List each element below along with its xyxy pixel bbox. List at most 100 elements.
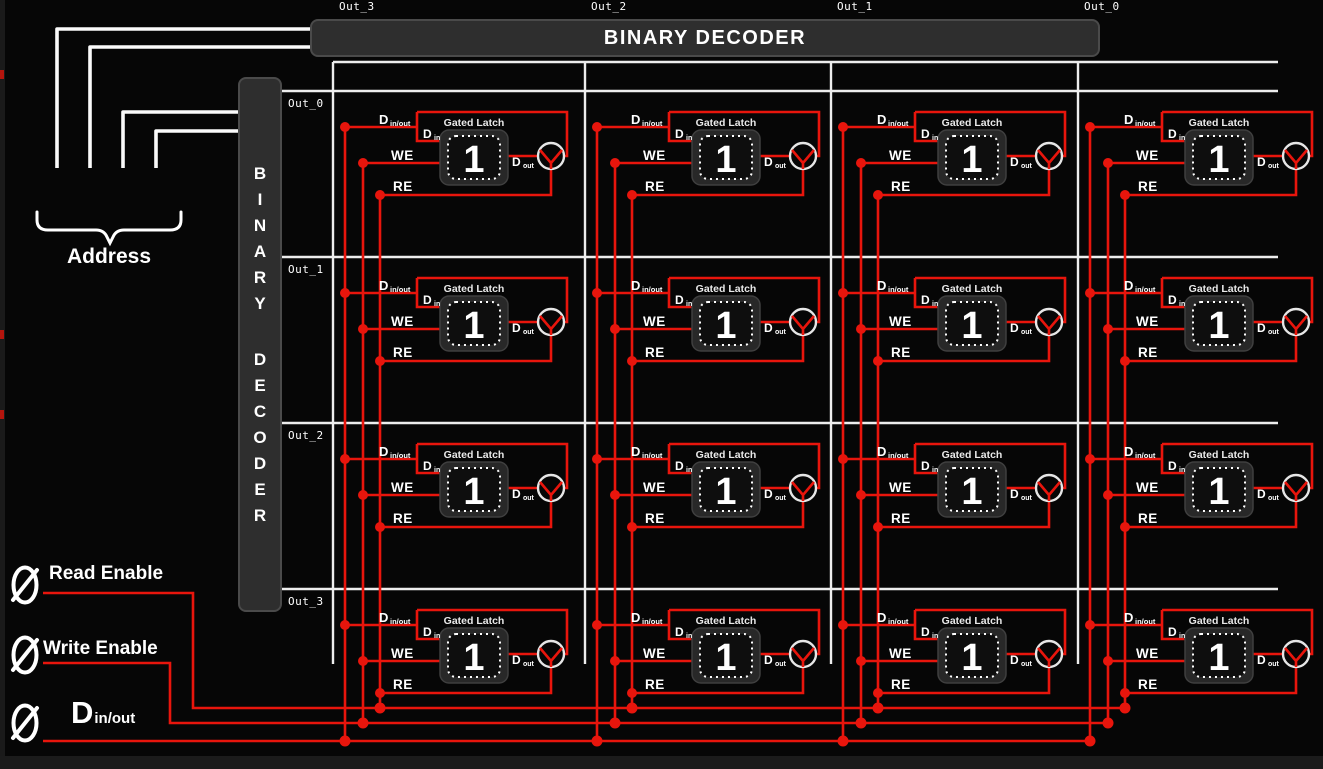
cell-dinout-label: D bbox=[1124, 112, 1133, 127]
latch-dout-sub: out bbox=[775, 495, 787, 502]
cell-we-label: WE bbox=[889, 314, 912, 329]
latch-dout-label: D bbox=[1010, 321, 1019, 335]
latch-din-label: D bbox=[921, 459, 930, 473]
wiring-schematic: Din/outDinWEREDoutGated Latch1Din/outDin… bbox=[0, 0, 1323, 769]
memory-cell: Din/outDinWEREDoutGated Latch1 bbox=[345, 610, 567, 693]
cell-dinout-label: D bbox=[1124, 444, 1133, 459]
latch-din-sub: in bbox=[434, 301, 440, 308]
cell-dinout-label: D bbox=[631, 610, 640, 625]
cell-we-label: WE bbox=[1136, 646, 1159, 661]
cell-we-label: WE bbox=[1136, 314, 1159, 329]
latch-din-label: D bbox=[675, 293, 684, 307]
row-output-label: Out_2 bbox=[288, 429, 324, 442]
latch-dout-label: D bbox=[1257, 653, 1266, 667]
latch-stored-value: 1 bbox=[463, 471, 484, 513]
cell-dinout-sub: in/out bbox=[390, 451, 411, 460]
cell-dinout-sub: in/out bbox=[888, 285, 909, 294]
latch-dout-label: D bbox=[1257, 155, 1266, 169]
gated-latch-title: Gated Latch bbox=[696, 615, 757, 627]
cell-re-label: RE bbox=[645, 345, 665, 360]
latch-dout-label: D bbox=[512, 321, 521, 335]
cell-dinout-sub: in/out bbox=[888, 617, 909, 626]
cell-dinout-label: D bbox=[877, 278, 886, 293]
latch-din-label: D bbox=[1168, 127, 1177, 141]
cell-re-label: RE bbox=[393, 345, 413, 360]
cell-dinout-sub: in/out bbox=[642, 617, 663, 626]
latch-stored-value: 1 bbox=[961, 471, 982, 513]
cell-re-label: RE bbox=[393, 179, 413, 194]
gated-latch-title: Gated Latch bbox=[696, 283, 757, 295]
cell-dinout-label: D bbox=[379, 444, 388, 459]
memory-cell: Din/outDinWEREDoutGated Latch1 bbox=[843, 278, 1065, 361]
col-output-label: Out_0 bbox=[1084, 0, 1120, 13]
read-enable-label: Read Enable bbox=[49, 563, 163, 585]
latch-din-label: D bbox=[423, 459, 432, 473]
cell-dinout-label: D bbox=[379, 112, 388, 127]
latch-stored-value: 1 bbox=[715, 471, 736, 513]
latch-dout-label: D bbox=[512, 155, 521, 169]
latch-din-sub: in bbox=[1179, 301, 1185, 308]
decoder-letter: E bbox=[254, 373, 265, 399]
cell-we-label: WE bbox=[1136, 148, 1159, 163]
cell-we-label: WE bbox=[391, 148, 414, 163]
cell-dinout-sub: in/out bbox=[390, 119, 411, 128]
latch-stored-value: 1 bbox=[463, 139, 484, 181]
latch-dout-label: D bbox=[512, 487, 521, 501]
latch-din-sub: in bbox=[932, 301, 938, 308]
decoder-letter: R bbox=[254, 265, 266, 291]
latch-dout-sub: out bbox=[1021, 329, 1033, 336]
latch-din-label: D bbox=[675, 127, 684, 141]
cell-dinout-label: D bbox=[379, 278, 388, 293]
decoder-letter: A bbox=[254, 239, 266, 265]
latch-stored-value: 1 bbox=[715, 305, 736, 347]
cell-re-label: RE bbox=[1138, 345, 1158, 360]
row-binary-decoder: BINARYDECODER bbox=[238, 77, 282, 612]
latch-dout-sub: out bbox=[1021, 495, 1033, 502]
cell-dinout-sub: in/out bbox=[1135, 451, 1156, 460]
latch-din-sub: in bbox=[932, 633, 938, 640]
cell-we-label: WE bbox=[889, 646, 912, 661]
gated-latch-title: Gated Latch bbox=[444, 117, 505, 129]
latch-din-label: D bbox=[675, 625, 684, 639]
cell-dinout-sub: in/out bbox=[888, 451, 909, 460]
cell-we-label: WE bbox=[643, 148, 666, 163]
latch-dout-label: D bbox=[764, 321, 773, 335]
cell-we-label: WE bbox=[1136, 480, 1159, 495]
row-output-label: Out_3 bbox=[288, 595, 324, 608]
memory-cell: Din/outDinWEREDoutGated Latch1 bbox=[345, 444, 567, 527]
latch-din-label: D bbox=[921, 127, 930, 141]
latch-stored-value: 1 bbox=[463, 305, 484, 347]
latch-dout-sub: out bbox=[1021, 163, 1033, 170]
cell-dinout-label: D bbox=[1124, 278, 1133, 293]
gated-latch-title: Gated Latch bbox=[942, 117, 1003, 129]
latch-stored-value: 1 bbox=[1208, 305, 1229, 347]
decoder-letter: N bbox=[254, 213, 266, 239]
cell-we-label: WE bbox=[889, 480, 912, 495]
latch-din-sub: in bbox=[1179, 467, 1185, 474]
cell-we-label: WE bbox=[391, 314, 414, 329]
cell-dinout-label: D bbox=[877, 112, 886, 127]
memory-cell: Din/outDinWEREDoutGated Latch1 bbox=[597, 610, 819, 693]
latch-stored-value: 1 bbox=[715, 637, 736, 679]
gated-latch-title: Gated Latch bbox=[1189, 117, 1250, 129]
memory-cell: Din/outDinWEREDoutGated Latch1 bbox=[597, 444, 819, 527]
gated-latch-title: Gated Latch bbox=[1189, 615, 1250, 627]
cell-we-label: WE bbox=[643, 646, 666, 661]
cell-we-label: WE bbox=[889, 148, 912, 163]
latch-dout-label: D bbox=[1010, 487, 1019, 501]
cell-dinout-sub: in/out bbox=[642, 285, 663, 294]
decoder-letter: R bbox=[254, 503, 266, 529]
cell-dinout-sub: in/out bbox=[1135, 285, 1156, 294]
gated-latch-title: Gated Latch bbox=[1189, 283, 1250, 295]
gated-latch-title: Gated Latch bbox=[942, 283, 1003, 295]
gated-latch-title: Gated Latch bbox=[942, 449, 1003, 461]
cell-dinout-label: D bbox=[877, 444, 886, 459]
cell-we-label: WE bbox=[643, 480, 666, 495]
latch-dout-label: D bbox=[1010, 155, 1019, 169]
latch-din-label: D bbox=[921, 293, 930, 307]
col-output-label: Out_1 bbox=[837, 0, 873, 13]
cell-re-label: RE bbox=[645, 677, 665, 692]
latch-dout-label: D bbox=[1010, 653, 1019, 667]
decoder-letter: D bbox=[254, 451, 266, 477]
cell-dinout-label: D bbox=[1124, 610, 1133, 625]
